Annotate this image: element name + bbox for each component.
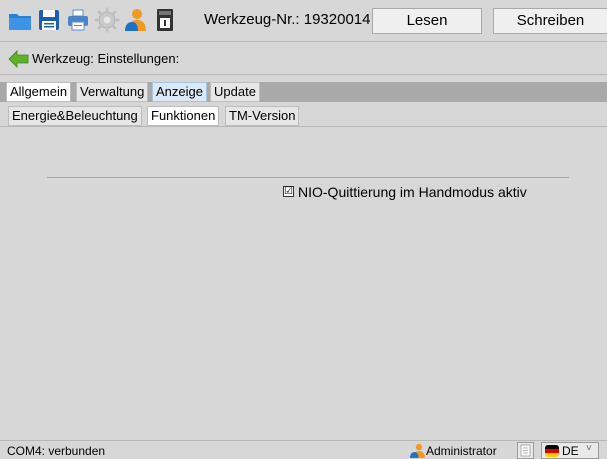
nio-acknowledge-checkbox[interactable]: ☑: [283, 186, 294, 197]
status-bar: COM4: verbunden Administrator DE ˅: [0, 440, 607, 459]
nio-acknowledge-label: NIO-Quittierung im Handmodus aktiv: [298, 184, 527, 200]
tab-verwaltung[interactable]: Verwaltung: [76, 82, 149, 102]
tab-energie-beleuchtung[interactable]: Energie&Beleuchtung: [8, 106, 142, 126]
tab-anzeige[interactable]: Anzeige: [152, 82, 207, 102]
toolbar: Werkzeug-Nr.: 19320014 Lesen Schreiben: [0, 0, 607, 42]
settings-icon[interactable]: [94, 7, 120, 33]
save-icon[interactable]: [36, 7, 62, 33]
folder-icon[interactable]: [7, 7, 33, 33]
tool-number-label: Werkzeug-Nr.: 19320014: [204, 11, 371, 28]
current-user: Administrator: [426, 444, 497, 458]
secondary-tab-bar: Energie&Beleuchtung Funktionen TM-Versio…: [0, 106, 607, 127]
language-select[interactable]: DE ˅: [541, 442, 599, 459]
chevron-down-icon: ˅: [586, 443, 592, 454]
tab-tm-version[interactable]: TM-Version: [225, 106, 300, 126]
page-title: Werkzeug: Einstellungen:: [32, 51, 180, 66]
title-bar: Werkzeug: Einstellungen:: [0, 43, 607, 75]
write-button[interactable]: Schreiben: [493, 8, 607, 34]
language-value: DE: [562, 444, 579, 458]
device-icon[interactable]: [152, 7, 178, 33]
tab-update[interactable]: Update: [210, 82, 260, 102]
tab-funktionen[interactable]: Funktionen: [147, 106, 220, 126]
tab-allgemein[interactable]: Allgemein: [6, 82, 72, 102]
primary-tab-bar: Allgemein Verwaltung Anzeige Update: [0, 82, 607, 102]
user-icon[interactable]: [122, 7, 148, 33]
print-icon[interactable]: [65, 7, 91, 33]
log-document-button[interactable]: [517, 442, 534, 459]
administrator-icon: [409, 443, 425, 458]
german-flag-icon: [545, 445, 559, 457]
section-separator: [47, 177, 569, 178]
arrow-left-icon[interactable]: [8, 50, 30, 68]
connection-status: COM4: verbunden: [7, 444, 106, 458]
read-button[interactable]: Lesen: [372, 8, 482, 34]
document-icon: [520, 444, 531, 457]
